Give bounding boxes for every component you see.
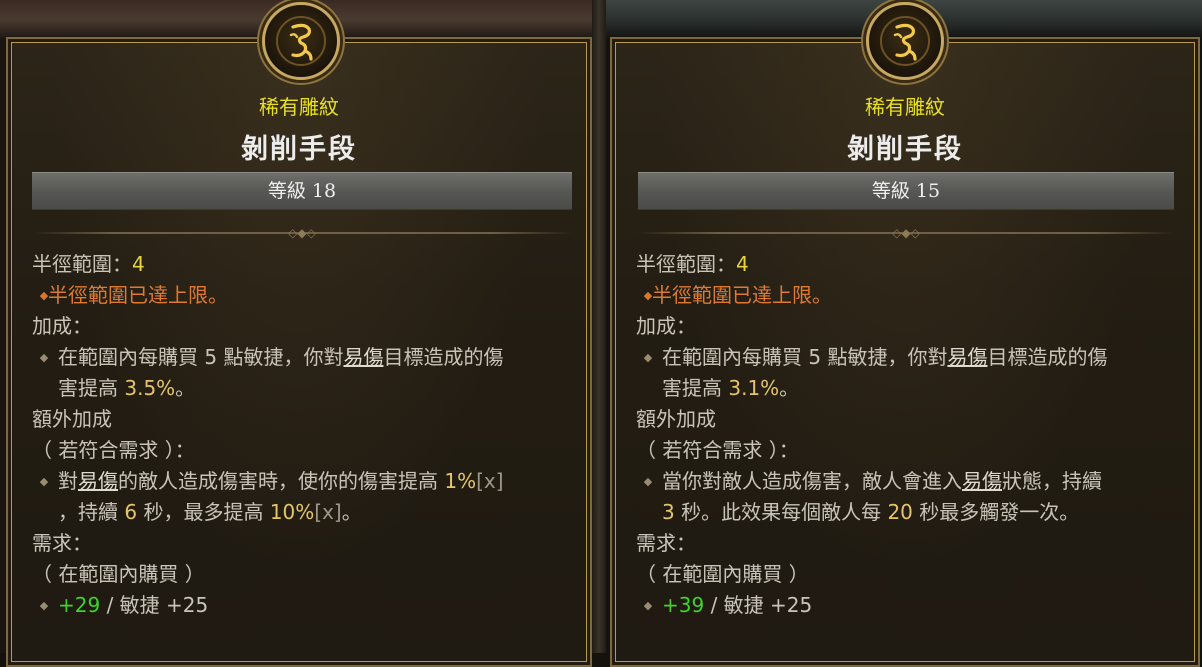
bonus-text: 在範圍內每購買 5 點敏捷，你對易傷目標造成的傷害提高 3.1%。 xyxy=(660,342,1107,404)
extra-text-part: 秒最多觸發一次。 xyxy=(912,500,1080,524)
rarity-label: 稀有雕紋 xyxy=(865,95,945,119)
bonus-value: 3.1% xyxy=(728,376,780,400)
requirement-separator: / xyxy=(100,593,120,617)
diamond-bullet-icon: ◆ xyxy=(39,599,49,612)
extra-text-part: 當你對敵人造成傷害，敵人會進入 xyxy=(662,469,962,493)
bonus-text-part: 目標造成的傷 xyxy=(987,345,1108,369)
diamond-bullet-icon: ◆ xyxy=(643,599,653,612)
extra-value: 3 xyxy=(662,500,675,524)
diamond-bullet-icon: ◆ xyxy=(39,475,49,488)
glyph-name: 剝削手段 xyxy=(241,134,357,165)
radius-note-row: ◆ 半徑範圍已達上限。 xyxy=(636,280,1184,311)
radius-value: 4 xyxy=(132,252,145,276)
bonus-text-part: 目標造成的傷 xyxy=(383,345,504,369)
radius-value: 4 xyxy=(736,252,749,276)
requirement-header: 需求： xyxy=(32,531,92,555)
extra-text-part: 秒，最多提高 xyxy=(137,500,270,524)
extra-value: 1% xyxy=(444,469,477,493)
extra-bonus-entry: ◆ 當你對敵人造成傷害，敵人會進入易傷狀態，持續 3 秒。此效果每個敵人每 20 … xyxy=(636,466,1184,528)
radius-row: 半徑範圍：4 xyxy=(32,249,576,280)
glyph-tooltip-left: 稀有雕紋 剝削手段 等級 18 ◇◆◇ 半徑範圍：4 ◆ 半徑範圍已達上限。 加… xyxy=(6,2,592,667)
extra-text-part: 。 xyxy=(341,500,362,524)
requirement-separator: / xyxy=(704,593,724,617)
extra-bonus-text: 當你對敵人造成傷害，敵人會進入易傷狀態，持續 3 秒。此效果每個敵人每 20 秒最… xyxy=(660,466,1102,528)
vulnerable-keyword[interactable]: 易傷 xyxy=(78,469,118,493)
bonus-header: 加成： xyxy=(32,314,92,338)
vulnerable-keyword[interactable]: 易傷 xyxy=(962,469,1002,493)
extra-text-part: 對 xyxy=(58,469,78,493)
tooltip-body: 半徑範圍：4 ◆ 半徑範圍已達上限。 加成： ◆ 在範圍內每購買 5 點敏捷，你… xyxy=(636,249,1184,621)
bonus-text: 在範圍內每購買 5 點敏捷，你對易傷目標造成的傷害提高 3.5%。 xyxy=(56,342,503,404)
requirement-text: +39 / 敏捷 +25 xyxy=(660,590,812,621)
tooltip-body: 半徑範圍：4 ◆ 半徑範圍已達上限。 加成： ◆ 在範圍內每購買 5 點敏捷，你… xyxy=(32,249,576,621)
extra-text-part: 的敵人造成傷害時，使你的傷害提高 xyxy=(118,469,445,493)
requirement-header: 需求： xyxy=(636,531,696,555)
requirement-entry: ◆ +39 / 敏捷 +25 xyxy=(636,590,1184,621)
extra-text-part: ，持續 xyxy=(58,500,125,524)
extra-value: 20 xyxy=(887,500,913,524)
separator-ornament-icon: ◇◆◇ xyxy=(892,226,920,240)
extra-bonus-condition: （ 若符合需求 ）： xyxy=(32,438,195,462)
radius-label: 半徑範圍： xyxy=(32,252,132,276)
extra-bonus-header: 額外加成 xyxy=(32,407,112,431)
vulnerable-keyword[interactable]: 易傷 xyxy=(343,345,383,369)
glyph-emblem-icon xyxy=(866,2,944,80)
extra-bonus-condition: （ 若符合需求 ）： xyxy=(636,438,799,462)
requirement-text: +29 / 敏捷 +25 xyxy=(56,590,208,621)
glyph-name: 剝削手段 xyxy=(847,134,963,165)
extra-text-part: 狀態，持續 xyxy=(1002,469,1102,493)
extra-bonus-header: 額外加成 xyxy=(636,407,716,431)
separator-ornament-icon: ◇◆◇ xyxy=(288,226,316,240)
multiplicative-tag: [x] xyxy=(476,469,504,493)
extra-value: 10% xyxy=(269,500,315,524)
bonus-entry: ◆ 在範圍內每購買 5 點敏捷，你對易傷目標造成的傷害提高 3.1%。 xyxy=(636,342,1184,404)
bonus-text-part: 害提高 xyxy=(58,376,125,400)
requirement-condition: （ 在範圍內購買 ） xyxy=(32,562,205,586)
glyph-tooltip-right: 稀有雕紋 剝削手段 等級 15 ◇◆◇ 半徑範圍：4 ◆ 半徑範圍已達上限。 加… xyxy=(610,2,1200,667)
radius-note-row: ◆ 半徑範圍已達上限。 xyxy=(32,280,576,311)
extra-value: 6 xyxy=(124,500,138,524)
bonus-text-part: 。 xyxy=(175,376,196,400)
requirement-current: +39 xyxy=(662,593,705,617)
radius-label: 半徑範圍： xyxy=(636,252,736,276)
bonus-header: 加成： xyxy=(636,314,696,338)
bonus-text-part: 在範圍內每購買 5 點敏捷，你對 xyxy=(662,345,948,369)
requirement-stat: 敏捷 +25 xyxy=(723,593,813,617)
radius-note: 半徑範圍已達上限。 xyxy=(652,283,832,307)
panel-divider xyxy=(592,0,606,653)
bonus-entry: ◆ 在範圍內每購買 5 點敏捷，你對易傷目標造成的傷害提高 3.5%。 xyxy=(32,342,576,404)
diamond-bullet-icon: ◆ xyxy=(39,351,49,364)
extra-bonus-text: 對易傷的敵人造成傷害時，使你的傷害提高 1%[x] ，持續 6 秒，最多提高 10… xyxy=(56,466,504,528)
diamond-bullet-icon: ◆ xyxy=(643,351,653,364)
radius-note: 半徑範圍已達上限。 xyxy=(48,283,228,307)
bonus-value: 3.5% xyxy=(124,376,176,400)
glyph-level: 等級 15 xyxy=(638,172,1174,210)
bonus-text-part: 在範圍內每購買 5 點敏捷，你對 xyxy=(58,345,344,369)
extra-bonus-entry: ◆ 對易傷的敵人造成傷害時，使你的傷害提高 1%[x] ，持續 6 秒，最多提高 … xyxy=(32,466,576,528)
requirement-entry: ◆ +29 / 敏捷 +25 xyxy=(32,590,576,621)
requirement-stat: 敏捷 +25 xyxy=(119,593,209,617)
bonus-text-part: 害提高 xyxy=(662,376,729,400)
diamond-bullet-icon: ◆ xyxy=(643,475,653,488)
extra-text-part: 秒。此效果每個敵人每 xyxy=(674,500,888,524)
multiplicative-tag: [x] xyxy=(314,500,342,524)
requirement-condition: （ 在範圍內購買 ） xyxy=(636,562,809,586)
bonus-text-part: 。 xyxy=(779,376,800,400)
glyph-level: 等級 18 xyxy=(32,172,572,210)
glyph-emblem-icon xyxy=(262,2,340,80)
requirement-current: +29 xyxy=(58,593,101,617)
radius-row: 半徑範圍：4 xyxy=(636,249,1184,280)
rarity-label: 稀有雕紋 xyxy=(259,95,339,119)
vulnerable-keyword[interactable]: 易傷 xyxy=(947,345,987,369)
